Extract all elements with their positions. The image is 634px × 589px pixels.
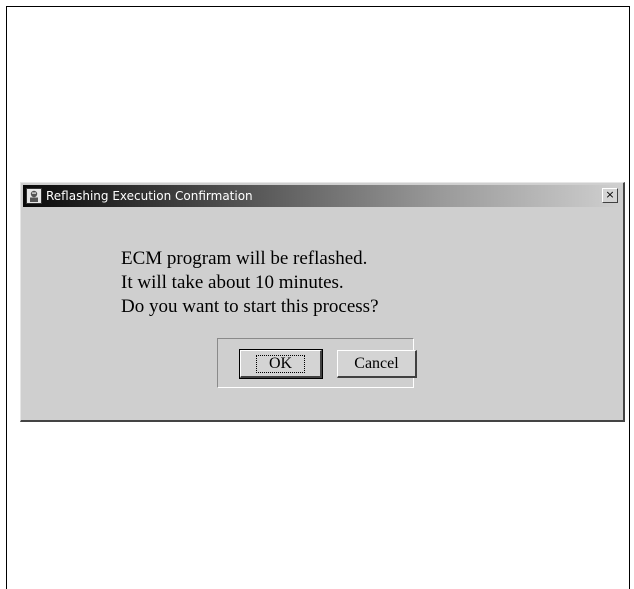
dialog-titlebar[interactable]: Reflashing Execution Confirmation ×	[23, 185, 621, 207]
app-icon	[26, 188, 42, 204]
message-line-2: It will take about 10 minutes.	[121, 272, 344, 293]
button-group: OK Cancel	[217, 338, 417, 388]
ok-button[interactable]: OK	[239, 349, 323, 379]
confirmation-dialog: Reflashing Execution Confirmation × ECM …	[20, 182, 625, 422]
cancel-button[interactable]: Cancel	[337, 350, 417, 378]
dialog-title: Reflashing Execution Confirmation	[46, 189, 253, 203]
dialog-message: ECM program will be reflashed. It will t…	[121, 247, 379, 319]
message-line-1: ECM program will be reflashed.	[121, 248, 368, 269]
message-line-3: Do you want to start this process?	[121, 296, 379, 317]
close-icon: ×	[605, 188, 615, 201]
close-button[interactable]: ×	[602, 188, 618, 203]
ok-button-label: OK	[255, 354, 306, 373]
cancel-button-label: Cancel	[354, 354, 399, 372]
